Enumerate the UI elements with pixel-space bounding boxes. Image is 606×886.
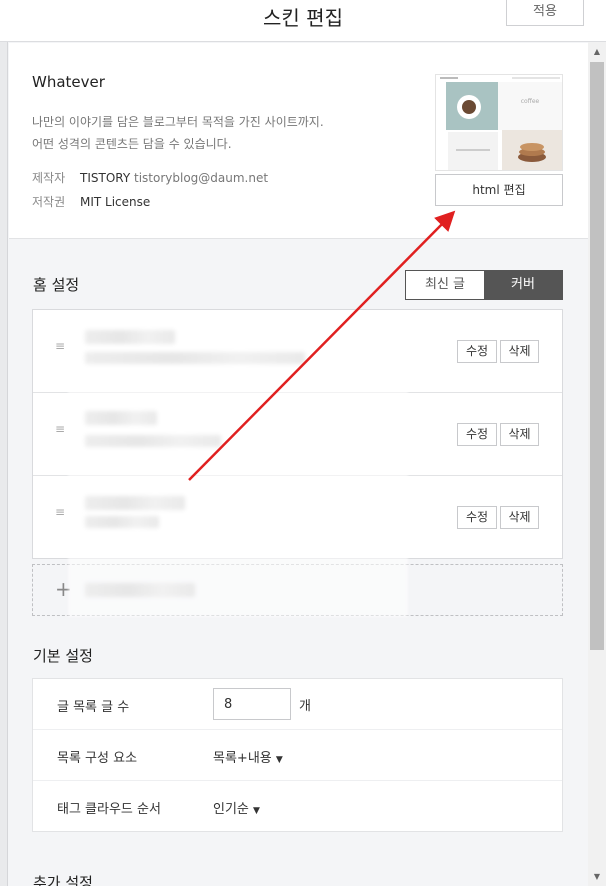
- tag-cloud-select[interactable]: 인기순 ▼: [213, 798, 260, 817]
- caret-down-icon: ▼: [253, 806, 260, 816]
- list-elements-select[interactable]: 목록+내용 ▼: [213, 747, 283, 766]
- tag-cloud-value: 인기순: [213, 802, 249, 817]
- list-elements-row: 목록 구성 요소 목록+내용 ▼: [33, 730, 562, 781]
- toggle-latest-posts[interactable]: 최신 글: [406, 271, 484, 299]
- left-panel-edge: [0, 0, 8, 886]
- post-count-row: 글 목록 글 수 개: [33, 679, 562, 730]
- tag-cloud-label: 태그 클라우드 순서: [57, 802, 161, 817]
- edit-button[interactable]: 수정: [457, 423, 497, 446]
- scroll-up-icon[interactable]: ▲: [590, 45, 604, 59]
- post-count-unit: 개: [299, 699, 311, 714]
- list-elements-value: 목록+내용: [213, 751, 272, 766]
- edit-button[interactable]: 수정: [457, 340, 497, 363]
- skin-description-line1: 나만의 이야기를 담은 블로그부터 목적을 가진 사이트까지.: [32, 115, 324, 129]
- basic-settings-panel: 글 목록 글 수 개 목록 구성 요소 목록+내용 ▼ 태그 클라우드 순서 인…: [32, 678, 563, 832]
- skin-name: Whatever: [32, 73, 105, 91]
- post-count-label: 글 목록 글 수: [57, 700, 130, 715]
- license-row: 저작권 MIT License: [32, 193, 150, 210]
- skin-description-line2: 어떤 성격의 콘텐츠든 담을 수 있습니다.: [32, 137, 232, 151]
- license-label: 저작권: [32, 195, 66, 209]
- drag-handle-icon[interactable]: ≡: [55, 423, 69, 435]
- author-email: tistoryblog@daum.net: [134, 171, 269, 185]
- skin-description: 나만의 이야기를 담은 블로그부터 목적을 가진 사이트까지. 어떤 성격의 콘…: [32, 111, 324, 155]
- drag-handle-icon[interactable]: ≡: [55, 340, 69, 352]
- delete-button[interactable]: 삭제: [500, 423, 539, 446]
- extra-settings-title: 추가 설정: [33, 874, 93, 886]
- home-settings-title: 홈 설정: [33, 276, 80, 294]
- author-label: 제작자: [32, 171, 66, 185]
- skin-info-card: Whatever 나만의 이야기를 담은 블로그부터 목적을 가진 사이트까지.…: [9, 43, 588, 239]
- html-edit-button[interactable]: html 편집: [435, 174, 563, 206]
- delete-button[interactable]: 삭제: [500, 506, 539, 529]
- thumbnail-caption: coffee: [521, 98, 540, 105]
- toggle-cover[interactable]: 커버: [484, 271, 562, 299]
- home-mode-toggle: 최신 글 커버: [405, 270, 563, 300]
- post-count-input[interactable]: [213, 688, 291, 720]
- author-row: 제작자 TISTORY tistoryblog@daum.net: [32, 169, 268, 186]
- list-elements-label: 목록 구성 요소: [57, 751, 138, 766]
- header: 스킨 편집 적용: [0, 0, 606, 42]
- redaction-overlay: [68, 312, 408, 617]
- scrollbar-thumb[interactable]: [590, 62, 604, 650]
- tag-cloud-row: 태그 클라우드 순서 인기순 ▼: [33, 781, 562, 832]
- skin-thumbnail-image: coffee: [436, 75, 562, 170]
- basic-settings-title: 기본 설정: [33, 647, 93, 665]
- scroll-down-icon[interactable]: ▼: [590, 870, 604, 884]
- license-value: MIT License: [80, 195, 151, 209]
- caret-down-icon: ▼: [275, 755, 283, 765]
- skin-thumbnail: coffee: [435, 74, 563, 171]
- edit-button[interactable]: 수정: [457, 506, 497, 529]
- apply-button[interactable]: 적용: [506, 0, 584, 26]
- drag-handle-icon[interactable]: ≡: [55, 506, 69, 518]
- delete-button[interactable]: 삭제: [500, 340, 539, 363]
- author-name: TISTORY: [80, 171, 131, 185]
